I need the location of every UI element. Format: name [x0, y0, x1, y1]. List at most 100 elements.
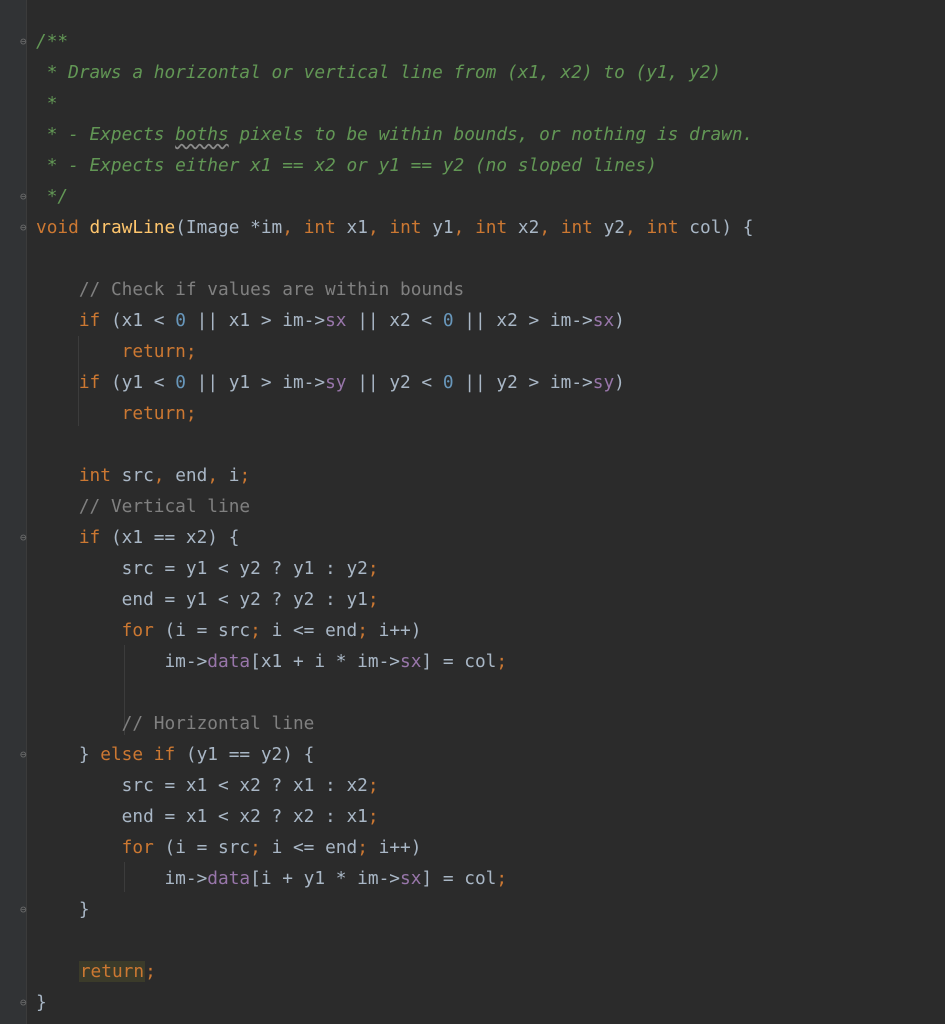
field-name: sx [400, 651, 422, 672]
code-editor[interactable]: ⊖ ⊖ ⊖ ⊖ ⊖ ⊖ ⊖ /** * Draws a horizontal o… [0, 0, 945, 1024]
code-line: if (x1 == x2) { [36, 522, 936, 553]
code-text: [i + y1 * im-> [250, 868, 400, 889]
code-line: return; [36, 336, 936, 367]
typo-warning[interactable]: boths [175, 124, 229, 145]
code-text: ) [614, 372, 625, 393]
keyword: int [389, 217, 422, 238]
code-line: if (y1 < 0 || y1 > im->sy || y2 < 0 || y… [36, 367, 936, 398]
code-line: /** [36, 26, 936, 57]
code-text: i <= end [260, 620, 358, 641]
punctuation: ; [367, 558, 379, 579]
code-text: i [218, 465, 240, 486]
code-text: im-> [164, 868, 208, 889]
code-text: ] = col [421, 651, 497, 672]
keyword: return; [121, 341, 197, 362]
code-text: (Image *im [175, 217, 283, 238]
code-text: (x1 == x2) { [100, 527, 240, 548]
code-line: src = y1 < y2 ? y1 : y2; [36, 553, 936, 584]
code-line: return; [36, 398, 936, 429]
code-text: y2 [592, 217, 626, 238]
doc-comment: * - Expects [36, 124, 176, 145]
punctuation: ; [367, 775, 379, 796]
doc-comment: /** [36, 31, 69, 52]
punctuation: ; [145, 961, 156, 982]
code-text: ] = col [421, 868, 497, 889]
code-text: i++) [367, 837, 422, 858]
keyword: int [475, 217, 508, 238]
code-line: src = x1 < x2 ? x1 : x2; [36, 770, 936, 801]
code-line: int src, end, i; [36, 460, 936, 491]
code-text: ) [614, 310, 625, 331]
code-text: src = y1 < y2 ? y1 : y2 [121, 558, 368, 579]
code-text: src [110, 465, 154, 486]
highlighted-keyword[interactable]: return [78, 961, 146, 982]
code-text: im-> [164, 651, 208, 672]
keyword: for [121, 620, 154, 641]
number-literal: 0 [442, 372, 454, 393]
line-comment: // Horizontal line [121, 713, 315, 734]
code-line: if (x1 < 0 || x1 > im->sx || x2 < 0 || x… [36, 305, 936, 336]
punctuation: ; [239, 465, 251, 486]
keyword: int [78, 465, 111, 486]
code-line: } [36, 987, 936, 1018]
code-line: * Draws a horizontal or vertical line fr… [36, 57, 936, 88]
fold-marker-icon[interactable]: ⊖ [20, 532, 30, 544]
fold-marker-icon[interactable]: ⊖ [20, 191, 30, 203]
code-text: x1 [335, 217, 368, 238]
line-comment: // Vertical line [78, 496, 251, 517]
editor-gutter [0, 0, 27, 1024]
keyword: for [121, 837, 154, 858]
code-text: (i = src [153, 837, 251, 858]
punctuation: , [539, 217, 551, 238]
function-name[interactable]: drawLine [90, 217, 176, 238]
code-line: end = x1 < x2 ? x2 : x1; [36, 801, 936, 832]
fold-marker-icon[interactable]: ⊖ [20, 749, 30, 761]
code-line: // Horizontal line [36, 708, 936, 739]
punctuation: , [367, 217, 379, 238]
code-line: for (i = src; i <= end; i++) [36, 832, 936, 863]
keyword: return; [121, 403, 197, 424]
doc-comment: * Draws a horizontal or vertical line fr… [36, 62, 722, 83]
number-literal: 0 [442, 310, 454, 331]
code-text: } [78, 744, 101, 765]
doc-comment: * - Expects either x1 == x2 or y1 == y2 … [36, 155, 657, 176]
punctuation: , [153, 465, 165, 486]
field-name: sx [592, 310, 615, 331]
number-literal: 0 [175, 310, 186, 331]
fold-marker-icon[interactable]: ⊖ [20, 222, 30, 234]
code-line: return; [36, 956, 936, 987]
fold-marker-icon[interactable]: ⊖ [20, 997, 30, 1009]
code-area[interactable]: /** * Draws a horizontal or vertical lin… [36, 26, 936, 1018]
keyword: int [560, 217, 593, 238]
code-text: x2 [507, 217, 540, 238]
code-line: * [36, 88, 936, 119]
code-line: * - Expects either x1 == x2 or y1 == y2 … [36, 150, 936, 181]
code-line: im->data[x1 + i * im->sx] = col; [36, 646, 936, 677]
keyword: int [646, 217, 679, 238]
code-line: for (i = src; i <= end; i++) [36, 615, 936, 646]
code-text: || x1 > im-> [185, 310, 326, 331]
keyword: int [303, 217, 336, 238]
field-name: sx [325, 310, 347, 331]
code-text: } [36, 992, 47, 1013]
punctuation: ; [357, 620, 368, 641]
fold-marker-icon[interactable]: ⊖ [20, 36, 30, 48]
punctuation: ; [250, 837, 261, 858]
field-name: data [207, 651, 251, 672]
fold-marker-icon[interactable]: ⊖ [20, 904, 30, 916]
code-line: void drawLine(Image *im, int x1, int y1,… [36, 212, 936, 243]
keyword: void [36, 217, 79, 238]
